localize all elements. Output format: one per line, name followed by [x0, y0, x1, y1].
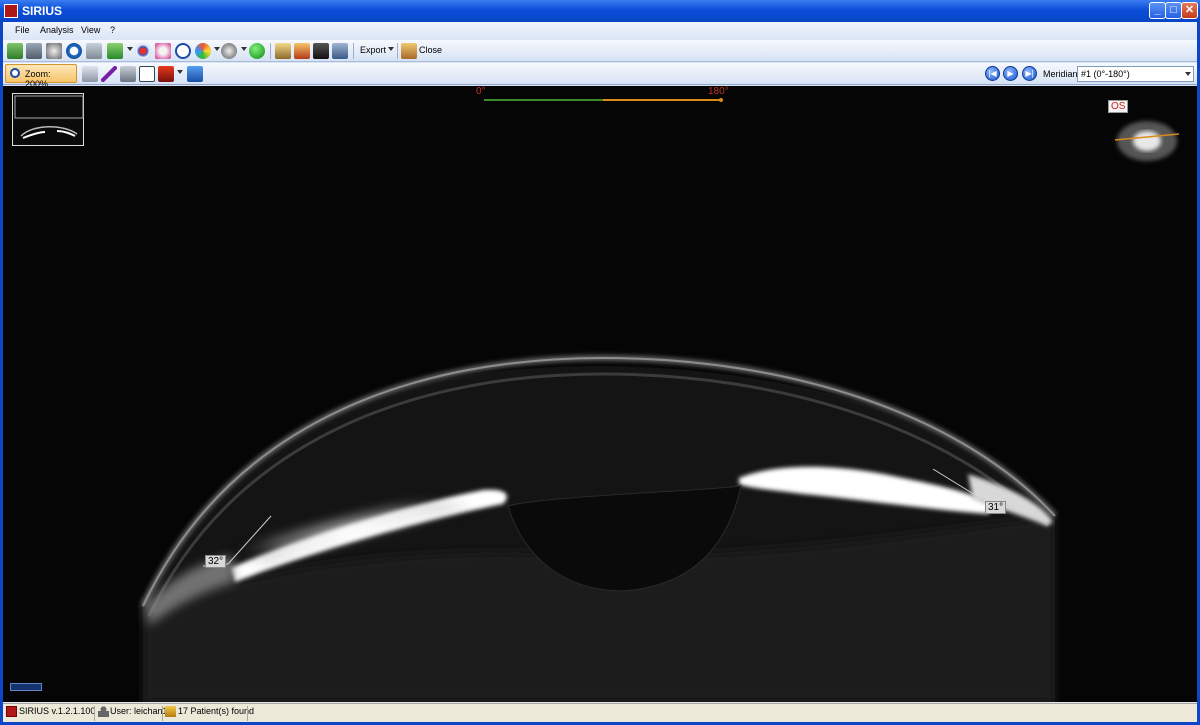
sirius-logo-icon	[4, 4, 18, 18]
diamond-tool-icon[interactable]	[86, 43, 102, 59]
main-toolbar: Export Close	[3, 40, 1197, 62]
play-icon[interactable]: ▶	[1003, 66, 1018, 81]
sirius-logo-icon	[6, 706, 17, 717]
meridian-select[interactable]: #1 (0°-180°)	[1077, 66, 1194, 82]
aberrometry-icon[interactable]	[155, 43, 171, 59]
thumbnail-preview	[14, 95, 84, 139]
compare-icon[interactable]	[294, 43, 310, 59]
menu-bar: File Analysis View ?	[3, 22, 1197, 40]
user-text: User: leichan1	[110, 706, 168, 716]
eye-side-badge: OS	[1108, 100, 1129, 113]
zoom-button[interactable]: Zoom: 200%	[5, 64, 77, 89]
meridian-start-label: 0°	[476, 86, 486, 97]
chevron-down-icon[interactable]	[241, 47, 247, 51]
toolbar-separator	[353, 43, 354, 59]
status-bar: SIRIUS v.1.2.1.100 User: leichan1 17 Pat…	[3, 703, 1197, 722]
swap-icon[interactable]	[187, 66, 203, 82]
chevron-down-icon[interactable]	[127, 47, 133, 51]
status-divider	[94, 706, 95, 721]
close-window-button[interactable]: ✕	[1181, 2, 1198, 19]
settings-users-icon[interactable]	[332, 43, 348, 59]
view-toolbar: Zoom: 200% |◀ ▶ ▶| Meridian #1 (0°-180°)	[3, 63, 1197, 89]
caliper-icon[interactable]	[82, 66, 98, 82]
filter-icon[interactable]	[158, 66, 174, 82]
window-title: SIRIUS	[22, 4, 63, 18]
printer-icon[interactable]	[313, 43, 329, 59]
chevron-down-icon[interactable]	[388, 47, 394, 51]
export-button[interactable]: Export	[360, 45, 386, 55]
client-area: File Analysis View ? Export Close Zoom: …	[3, 22, 1197, 722]
version-text: SIRIUS v.1.2.1.100	[19, 706, 96, 716]
chevron-down-icon[interactable]	[177, 70, 183, 74]
status-divider	[162, 706, 163, 721]
lens-icon[interactable]	[221, 43, 237, 59]
chevron-down-icon[interactable]	[214, 47, 220, 51]
application-window: SIRIUS _ □ ✕ File Analysis View ? Export…	[0, 0, 1200, 725]
cornea-ring-icon[interactable]	[66, 43, 82, 59]
title-bar[interactable]: SIRIUS _ □ ✕	[0, 0, 1200, 22]
meridian-label: Meridian	[1043, 69, 1078, 79]
pupil-outline-icon[interactable]	[175, 43, 191, 59]
toolbar-separator	[270, 43, 271, 59]
user-icon	[98, 706, 109, 717]
scheimpflug-image-viewer[interactable]: 0° 180° 32° 31° OS	[3, 86, 1197, 702]
camera-icon[interactable]	[46, 43, 62, 59]
patients-text: 17 Patient(s) found	[178, 706, 255, 716]
menu-help[interactable]: ?	[110, 25, 115, 35]
magnifier-icon	[10, 68, 20, 78]
meridian-end-label: 180°	[708, 86, 729, 97]
skip-back-icon[interactable]: |◀	[985, 66, 1000, 81]
chevron-down-icon	[1185, 72, 1191, 76]
meridian-value: #1 (0°-180°)	[1081, 69, 1130, 79]
menu-file[interactable]: File	[15, 25, 30, 35]
close-button[interactable]: Close	[419, 45, 442, 55]
pen-icon[interactable]	[101, 66, 117, 82]
maximize-button[interactable]: □	[1165, 2, 1182, 19]
patient-list-icon[interactable]	[7, 43, 23, 59]
minimize-button[interactable]: _	[1149, 2, 1166, 19]
close-door-icon[interactable]	[401, 43, 417, 59]
histogram-icon[interactable]	[139, 66, 155, 82]
skip-forward-icon[interactable]: ▶|	[1022, 66, 1037, 81]
multi-view-icon[interactable]	[107, 43, 123, 59]
menu-analysis[interactable]: Analysis	[40, 25, 74, 35]
print-preview-icon[interactable]	[275, 43, 291, 59]
angle-left-label: 32°	[205, 555, 227, 568]
cornea-scan-image	[140, 98, 1180, 702]
angle-right-label: 31°	[985, 501, 1007, 514]
toolbar-separator	[397, 43, 398, 59]
status-green-icon[interactable]	[249, 43, 265, 59]
color-map-icon[interactable]	[195, 43, 211, 59]
scan-list-icon[interactable]	[26, 43, 42, 59]
measure-icon[interactable]	[120, 66, 136, 82]
topography-map-icon[interactable]	[135, 43, 151, 59]
patients-icon	[165, 706, 176, 717]
brand-logo	[10, 683, 42, 691]
menu-view[interactable]: View	[81, 25, 100, 35]
overview-thumbnail[interactable]	[12, 93, 84, 146]
status-divider	[247, 706, 248, 721]
